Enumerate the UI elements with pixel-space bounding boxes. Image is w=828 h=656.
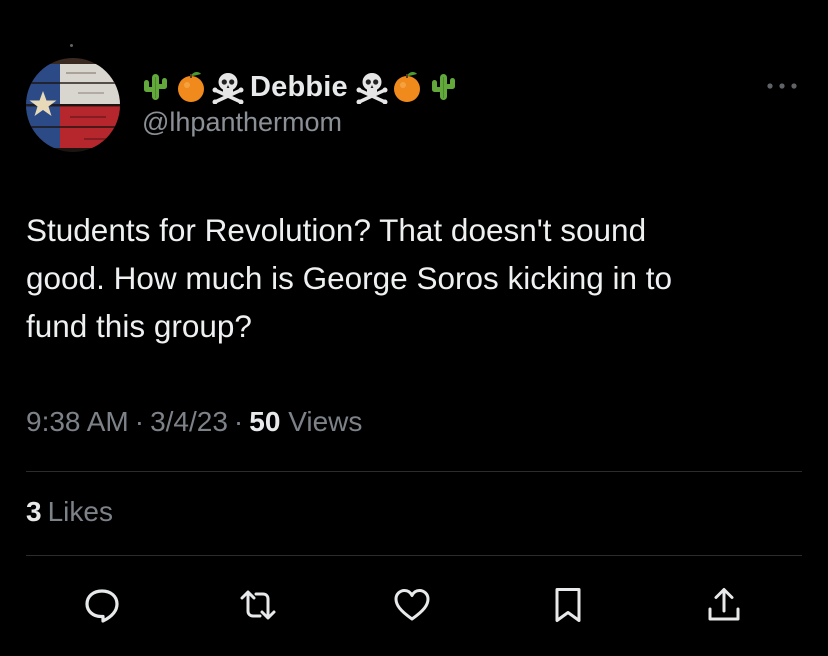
tweet-text-line: fund this group? <box>26 308 252 344</box>
meta-separator: · <box>233 406 244 437</box>
likes-label: Likes <box>47 496 113 527</box>
tweet-date[interactable]: 3/4/23 <box>150 406 228 437</box>
retweet-button[interactable] <box>236 583 280 627</box>
meta-separator: · <box>134 406 145 437</box>
more-options-button[interactable] <box>762 74 802 98</box>
tweet-meta: 9:38 AM · 3/4/23 · 50 Views <box>26 406 362 438</box>
share-icon <box>708 588 740 621</box>
views-count: 50 <box>249 406 281 437</box>
retweet-icon <box>240 590 276 620</box>
divider <box>26 471 802 472</box>
more-icon <box>767 83 797 89</box>
likes-count: 3 <box>26 496 42 527</box>
author-handle[interactable]: @lhpanthermom <box>142 107 342 138</box>
tweet-time[interactable]: 9:38 AM <box>26 406 129 437</box>
like-icon <box>394 589 430 621</box>
skull-and-crossbones-icon <box>356 70 388 104</box>
texas-flag-image <box>26 58 120 152</box>
author-display-name[interactable]: Debbie <box>250 71 348 104</box>
bookmark-icon <box>555 588 581 622</box>
author-name-row[interactable]: Debbie <box>140 66 464 108</box>
orange-icon <box>392 70 422 104</box>
share-button[interactable] <box>702 583 746 627</box>
tweet-text-line: Students for Revolution? That doesn't so… <box>26 212 647 248</box>
tweet-text-line: good. How much is George Soros kicking i… <box>26 260 673 296</box>
reply-icon <box>85 589 119 623</box>
divider <box>26 555 802 556</box>
tweet-detail-screen: Debbie @lhpanthermom Students for Revolu… <box>0 0 828 656</box>
cactus-icon <box>428 70 458 104</box>
orange-icon <box>176 70 206 104</box>
bookmark-button[interactable] <box>546 583 590 627</box>
reply-button[interactable] <box>80 583 124 627</box>
status-dot <box>70 44 73 47</box>
likes-row[interactable]: 3 Likes <box>26 496 113 528</box>
skull-and-crossbones-icon <box>212 70 244 104</box>
like-button[interactable] <box>390 583 434 627</box>
views-label: Views <box>288 406 363 437</box>
tweet-text: Students for Revolution? That doesn't so… <box>26 206 786 350</box>
avatar[interactable] <box>26 58 120 152</box>
cactus-icon <box>140 70 170 104</box>
